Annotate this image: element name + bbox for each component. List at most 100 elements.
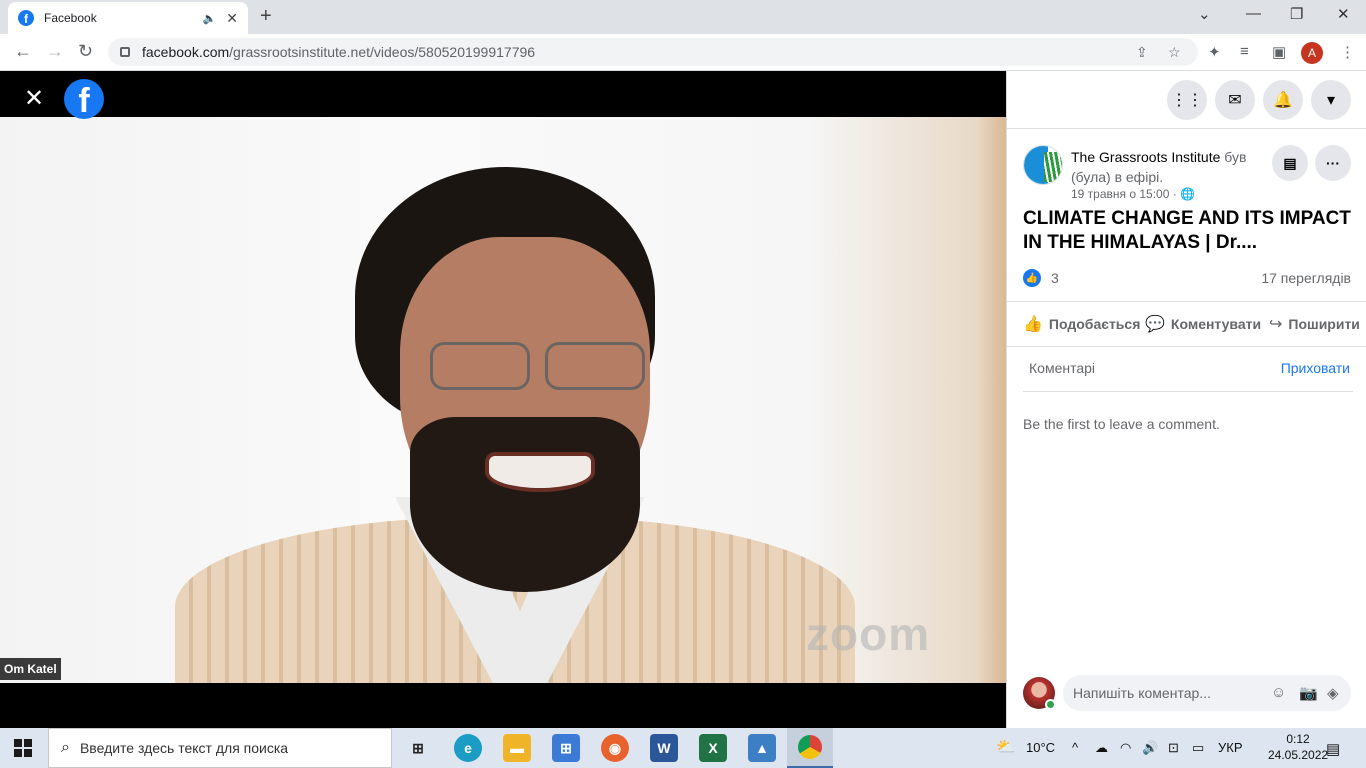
search-icon: ⌕: [61, 739, 70, 756]
post-actions: 👍 Подобається 💬 Коментувати ↪ Поширити: [1007, 301, 1366, 347]
video-title: CLIMATE CHANGE AND ITS IMPACT IN THE HIM…: [1023, 208, 1351, 253]
media-control-icon[interactable]: ≡: [1240, 43, 1249, 60]
wifi-icon[interactable]: ◠: [1120, 740, 1131, 756]
taskbar-search-placeholder: Введите здесь текст для поиска: [79, 740, 289, 756]
comments-header: Коментарі: [1029, 360, 1096, 376]
edge-icon[interactable]: e: [454, 734, 482, 762]
weather-temp[interactable]: 10°C: [1026, 740, 1055, 755]
account-caret-icon[interactable]: ▾: [1311, 80, 1351, 120]
battery-icon[interactable]: ▭: [1192, 740, 1204, 756]
camera-icon[interactable]: 📷: [1299, 684, 1318, 702]
hide-comments-link[interactable]: Приховати: [1281, 360, 1350, 376]
system-clock[interactable]: 0:12 24.05.2022: [1268, 731, 1328, 763]
tab-close-icon[interactable]: ✕: [226, 10, 238, 27]
comment-input[interactable]: [1073, 685, 1263, 701]
reload-button[interactable]: ↻: [78, 41, 93, 62]
weather-icon[interactable]: ⛅: [996, 737, 1016, 757]
messenger-icon[interactable]: ✉: [1215, 80, 1255, 120]
video-player[interactable]: zoom Om Katel ✕ f: [0, 71, 1006, 728]
profile-avatar[interactable]: A: [1301, 42, 1323, 64]
url-path: /grassrootsinstitute.net/videos/58052019…: [229, 44, 536, 60]
menu-grid-icon[interactable]: ⋮⋮: [1167, 80, 1207, 120]
facebook-favicon-icon: f: [18, 10, 34, 26]
extensions-puzzle-icon[interactable]: ✦: [1208, 43, 1221, 61]
save-post-icon[interactable]: ▤: [1272, 145, 1308, 181]
language-indicator[interactable]: УКР: [1218, 740, 1243, 755]
share-icon[interactable]: ⇪: [1136, 44, 1148, 61]
network-icon[interactable]: ⊡: [1168, 740, 1179, 756]
browser-toolbar: ← → ↻ facebook.com/grassrootsinstitute.n…: [0, 34, 1366, 71]
close-window-button[interactable]: ✕: [1337, 5, 1350, 23]
emoji-icon[interactable]: ☺: [1271, 684, 1286, 701]
empty-comments-text: Be the first to leave a comment.: [1023, 416, 1220, 432]
side-panel-icon[interactable]: ▣: [1272, 43, 1286, 61]
new-tab-button[interactable]: +: [260, 5, 272, 28]
taskbar-search[interactable]: ⌕ Введите здесь текст для поиска: [48, 728, 392, 768]
task-view-icon[interactable]: ⊞: [404, 734, 432, 762]
photos-icon[interactable]: ▲: [748, 734, 776, 762]
thumbs-up-icon: 👍: [1023, 316, 1043, 333]
back-button[interactable]: ←: [14, 41, 32, 62]
clock-date: 24.05.2022: [1268, 748, 1329, 762]
like-label: Подобається: [1048, 316, 1141, 332]
page-avatar[interactable]: [1023, 145, 1063, 185]
bookmark-star-icon[interactable]: ☆: [1168, 44, 1181, 61]
chrome-taskbar-button[interactable]: [787, 728, 833, 768]
page-name-link[interactable]: The Grassroots Institute: [1071, 149, 1220, 165]
onedrive-icon[interactable]: ☁: [1095, 740, 1108, 756]
globe-icon: 🌐: [1180, 187, 1196, 201]
like-reaction-icon[interactable]: 👍: [1023, 269, 1041, 287]
post-side-panel: ⋮⋮ ✉ 🔔 ▾ The Grassroots Institute був (б…: [1006, 71, 1366, 728]
minimize-button[interactable]: —: [1246, 5, 1261, 22]
volume-icon[interactable]: 🔊: [1142, 740, 1158, 756]
share-button[interactable]: ↪ Поширити: [1269, 314, 1360, 334]
speaker-smile: [485, 452, 595, 492]
file-explorer-icon[interactable]: ▬: [503, 734, 531, 762]
divider: [1023, 391, 1353, 392]
avatar-grass-shape: [1044, 152, 1062, 182]
excel-icon[interactable]: X: [699, 734, 727, 762]
windows-taskbar: ⌕ Введите здесь текст для поиска ⊞ e ▬ ⊞…: [0, 728, 1366, 768]
forward-button[interactable]: →: [46, 41, 64, 62]
post-meta: 19 травня о 15:00 · 🌐: [1071, 187, 1195, 201]
url-text: facebook.com/grassrootsinstitute.net/vid…: [142, 44, 535, 60]
tray-chevron-icon[interactable]: ^: [1072, 740, 1078, 755]
notifications-bell-icon[interactable]: 🔔: [1263, 80, 1303, 120]
chrome-icon: [798, 735, 822, 759]
comment-composer: ☺ 📷 ◈: [1007, 671, 1366, 717]
tab-search-chevron-icon[interactable]: ⌄: [1198, 5, 1211, 23]
comment-bubble-icon: 💬: [1145, 316, 1165, 333]
sticker-icon[interactable]: ◈: [1327, 684, 1339, 702]
microsoft-store-icon[interactable]: ⊞: [552, 734, 580, 762]
facebook-top-nav: ⋮⋮ ✉ 🔔 ▾: [1007, 71, 1366, 129]
clock-time: 0:12: [1286, 732, 1310, 746]
restore-button[interactable]: ❐: [1290, 5, 1303, 23]
post-date[interactable]: 19 травня о 15:00 ·: [1071, 187, 1177, 201]
firefox-icon[interactable]: ◉: [601, 734, 629, 762]
video-frame[interactable]: zoom: [0, 117, 1006, 683]
zoom-watermark: zoom: [806, 608, 931, 660]
speaker-beard: [410, 417, 640, 592]
comment-button[interactable]: 💬 Коментувати: [1145, 314, 1261, 334]
address-bar[interactable]: facebook.com/grassrootsinstitute.net/vid…: [108, 38, 1198, 66]
browser-tab-facebook[interactable]: f Facebook 🔈 ✕: [8, 2, 248, 34]
lock-icon[interactable]: [120, 47, 130, 57]
like-count[interactable]: 3: [1051, 270, 1059, 286]
comment-box[interactable]: ☺ 📷 ◈: [1063, 675, 1351, 711]
share-label: Поширити: [1288, 316, 1360, 332]
comment-label: Коментувати: [1170, 316, 1262, 332]
browser-tab-strip: f Facebook 🔈 ✕ + ⌄ — ❐ ✕: [0, 0, 1366, 34]
speaker-glasses-right: [545, 342, 645, 390]
post-author-line: The Grassroots Institute був (була) в еф…: [1071, 147, 1281, 187]
close-video-icon[interactable]: ✕: [24, 87, 48, 111]
facebook-logo-icon[interactable]: f: [64, 79, 104, 119]
notification-center-icon[interactable]: ▤: [1326, 740, 1340, 758]
browser-menu-icon[interactable]: ⋮: [1340, 43, 1355, 61]
windows-start-icon[interactable]: [14, 739, 32, 757]
word-icon[interactable]: W: [650, 734, 678, 762]
tab-audio-icon[interactable]: 🔈: [203, 12, 217, 25]
like-button[interactable]: 👍 Подобається: [1023, 314, 1140, 334]
reactions-bar: 👍 3 17 переглядів: [1023, 269, 1353, 289]
more-options-icon[interactable]: ···: [1315, 145, 1351, 181]
online-status-dot: [1045, 699, 1056, 710]
